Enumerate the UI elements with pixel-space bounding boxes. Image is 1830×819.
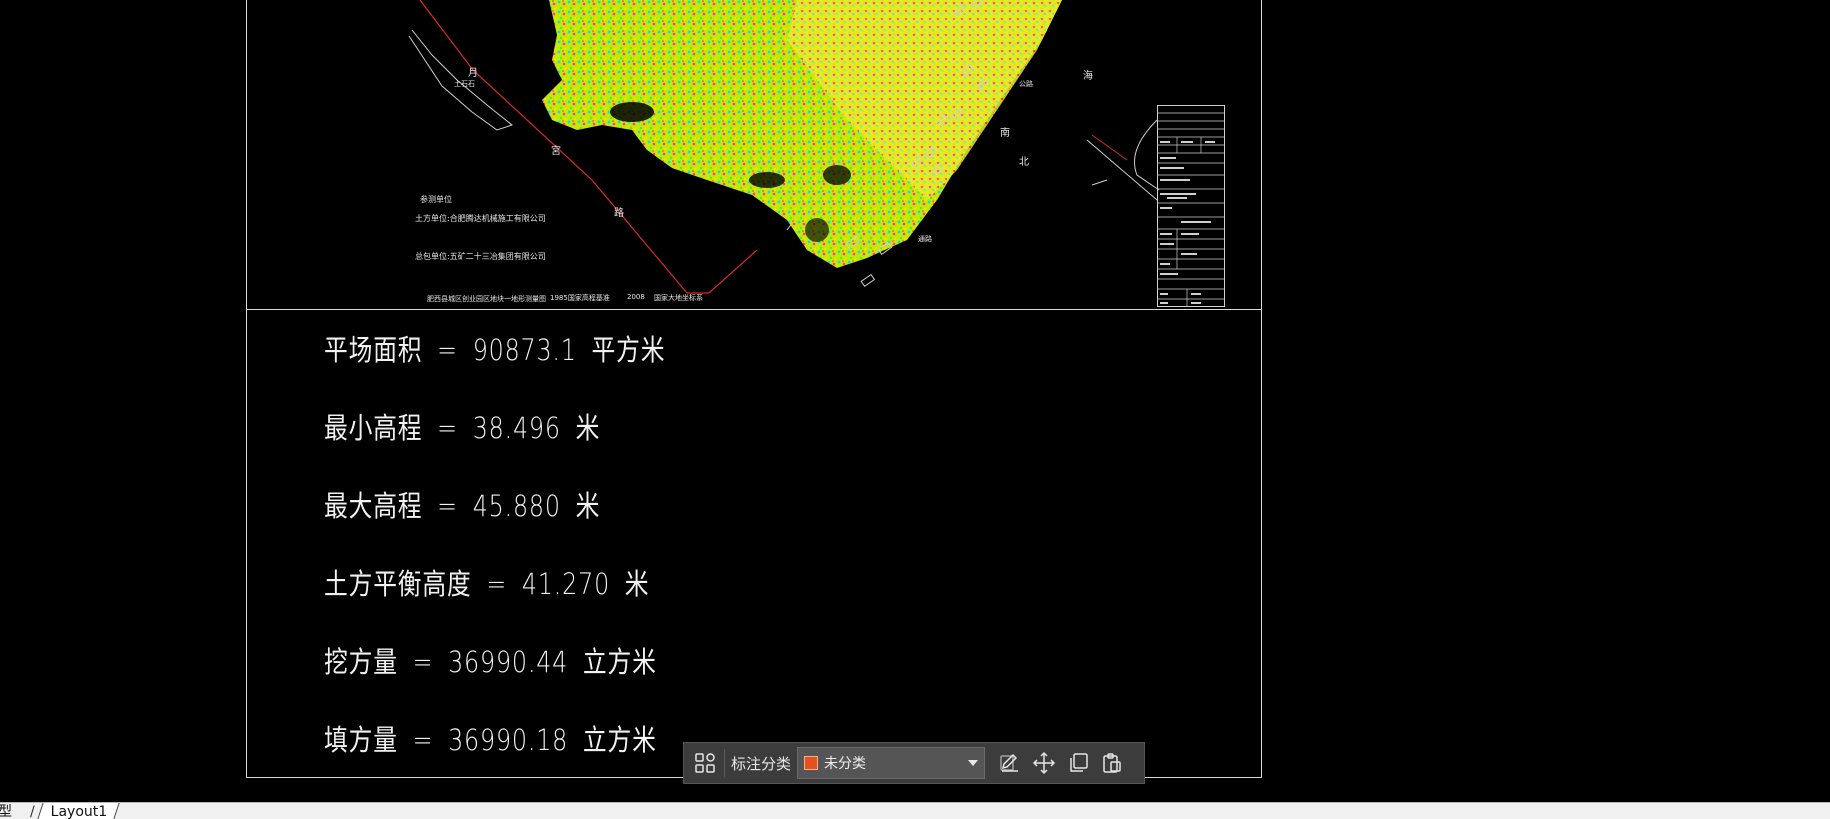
drawing-label-gong: 宮 [551, 146, 561, 157]
drawing-footer-mid: 1985国家高程基准 [550, 294, 610, 302]
result-unit: 米 [575, 489, 601, 523]
drawing-footer-year: 2008 [627, 293, 645, 301]
small-line [1091, 179, 1108, 186]
drawing-label-small: 土石石 [454, 80, 475, 88]
category-selected-value: 未分类 [824, 756, 867, 772]
grid-icon[interactable] [688, 746, 722, 780]
result-value: 45.880 [472, 489, 561, 523]
annotation-toolbar: 标注分类 未分类 [683, 742, 1145, 784]
drawing-label-nan: 南 [1000, 128, 1010, 139]
drawing-label-road-1: 公路 [1019, 80, 1033, 88]
drawing-label-hai: 海 [1083, 71, 1093, 82]
result-unit: 立方米 [582, 645, 657, 679]
result-value: 36990.18 [448, 723, 569, 757]
layout-tab-strip: 型 / Layout1 [0, 802, 1830, 819]
drawing-label-road-2: 通路 [918, 235, 932, 243]
result-label: 挖方量 [324, 645, 398, 679]
move-icon[interactable] [1027, 746, 1061, 780]
result-label: 平场面积 [324, 333, 423, 367]
topographic-drawing[interactable]: 月 土石石 宮 路 南 北 海 公路 通路 参测单位 土方单位:合肥腾达机械施工… [247, 0, 1261, 308]
annotation-category-dropdown[interactable]: 未分类 [797, 747, 986, 779]
result-equals: = [412, 723, 434, 757]
terrain-hole-3 [823, 165, 851, 185]
annotation-category-label: 标注分类 [731, 754, 792, 773]
paste-icon[interactable] [1095, 746, 1129, 780]
drawing-footer-left: 肥西县城区创业园区地块一地形测量图 [427, 295, 546, 303]
result-unit: 米 [575, 411, 601, 445]
terrain-hole-1 [610, 102, 654, 122]
result-equals: = [437, 411, 458, 445]
drawing-label-bei: 北 [1019, 157, 1029, 168]
title-block-grid [1157, 105, 1225, 307]
result-label: 最大高程 [324, 489, 423, 523]
terrain-hole-4 [805, 218, 829, 242]
cad-viewport[interactable]: 月 土石石 宮 路 南 北 海 公路 通路 参测单位 土方单位:合肥腾达机械施工… [0, 0, 1830, 819]
road-curve [1134, 119, 1160, 191]
result-unit: 平方米 [591, 333, 666, 367]
edit-icon[interactable] [993, 746, 1027, 780]
result-unit: 米 [624, 567, 650, 601]
toolbar-separator [724, 749, 725, 777]
result-value: 36990.44 [448, 645, 569, 679]
result-label: 土方平衡高度 [324, 567, 472, 601]
drawing-label-lu: 路 [614, 208, 624, 219]
terrain-hole-2 [749, 172, 785, 188]
title-block [1157, 105, 1225, 307]
result-value: 90873.1 [472, 333, 577, 367]
result-balance-height: 土方平衡高度 = 41.270 米 [324, 561, 649, 603]
result-fill-volume: 填方量 = 36990.18 立方米 [324, 717, 657, 759]
copy-icon[interactable] [1061, 746, 1095, 780]
result-value: 41.270 [521, 567, 611, 601]
result-value: 38.496 [472, 411, 561, 445]
tab-model[interactable]: 型 [0, 803, 12, 819]
result-equals: = [486, 567, 508, 601]
red-marker-line [1091, 134, 1128, 161]
tab-layout1-label: Layout1 [50, 804, 108, 819]
result-equals: = [412, 645, 434, 679]
drawing-footer-right: 国家大地坐标系 [654, 294, 703, 302]
result-label: 填方量 [324, 723, 398, 757]
result-equals: = [437, 489, 458, 523]
drawing-contractor-line: 土方单位:合肥腾达机械施工有限公司 [415, 214, 546, 223]
result-unit: 立方米 [582, 723, 657, 757]
results-frame [246, 309, 1262, 778]
drawing-label-yue: 月 [468, 68, 478, 79]
result-equals: = [437, 333, 458, 367]
drawing-owner-line: 总包单位:五矿二十三冶集团有限公司 [415, 252, 546, 261]
result-max-elevation: 最大高程 = 45.880 米 [324, 483, 600, 525]
tab-layout1[interactable]: Layout1 [37, 803, 120, 819]
result-cut-volume: 挖方量 = 36990.44 立方米 [324, 639, 657, 681]
tab-divider: / [30, 804, 35, 819]
drawing-canvas [408, 0, 1160, 294]
result-min-elevation: 最小高程 = 38.496 米 [324, 405, 600, 447]
category-color-swatch [804, 756, 819, 770]
result-label: 最小高程 [324, 411, 423, 445]
result-plan-area: 平场面积 = 90873.1 平方米 [324, 327, 665, 369]
road-edge-4 [1086, 139, 1158, 201]
chevron-down-icon [968, 760, 979, 766]
drawing-section-title: 参测单位 [420, 195, 452, 204]
